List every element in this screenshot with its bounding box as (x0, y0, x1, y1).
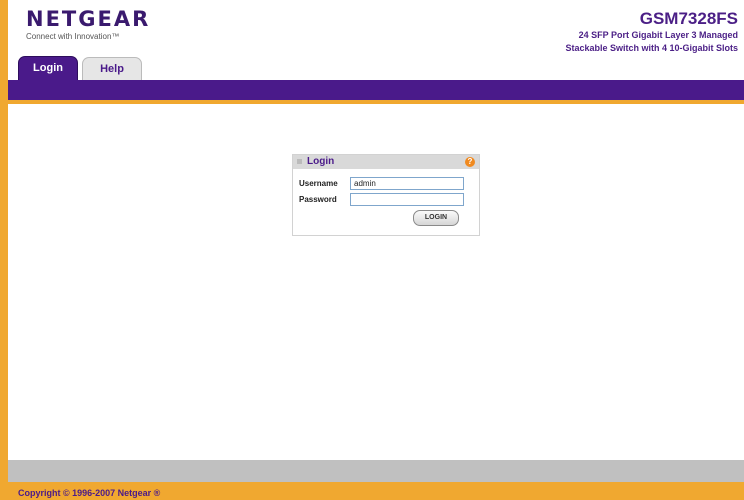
nav-bar (8, 80, 744, 100)
password-label: Password (299, 195, 337, 204)
model-desc-line2: Stackable Switch with 4 10-Gigabit Slots (565, 43, 738, 53)
login-button[interactable]: LOGIN (413, 210, 459, 226)
logo-tagline: Connect with Innovation™ (26, 32, 120, 41)
model-desc-line1: 24 SFP Port Gigabit Layer 3 Managed (578, 30, 738, 40)
login-panel-header: Login ? (293, 155, 479, 169)
model-name: GSM7328FS (639, 9, 738, 28)
login-panel: Login ? Username Password LOGIN (292, 154, 480, 236)
username-input[interactable] (350, 177, 464, 190)
help-icon[interactable]: ? (465, 157, 475, 167)
status-bar (8, 460, 744, 482)
tab-bar: Login Help (18, 56, 146, 81)
main-content: Login ? Username Password LOGIN (8, 104, 744, 460)
logo-text: NETGEAR (26, 7, 151, 31)
app-frame: NETGEAR Connect with Innovation™ GSM7328… (8, 0, 744, 500)
netgear-logo: NETGEAR Connect with Innovation™ (26, 8, 150, 41)
login-panel-title: Login (307, 156, 335, 167)
password-input[interactable] (350, 193, 464, 206)
tab-login[interactable]: Login (18, 56, 78, 81)
username-label: Username (299, 179, 338, 188)
tab-help[interactable]: Help (82, 57, 142, 80)
footer: Copyright © 1996-2007 Netgear ® (8, 482, 744, 500)
bullet-icon (297, 159, 302, 164)
copyright-text: Copyright © 1996-2007 Netgear ® (18, 488, 161, 498)
model-info: GSM7328FS 24 SFP Port Gigabit Layer 3 Ma… (565, 10, 738, 54)
